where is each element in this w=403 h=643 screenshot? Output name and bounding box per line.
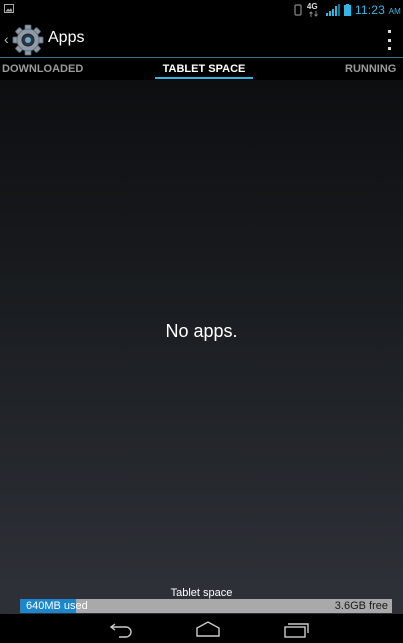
network-type-icon: 4G — [306, 2, 322, 17]
picture-notification-icon — [4, 4, 14, 13]
vibrate-icon — [294, 4, 302, 16]
clock-time: 11:23 — [354, 3, 386, 17]
storage-free-text: 3.6GB free — [334, 600, 388, 612]
network-type-label: 4G — [306, 2, 318, 11]
storage-usage-bar: 640MB used 3.6GB free — [20, 599, 392, 613]
overflow-menu-button[interactable] — [383, 30, 395, 50]
action-bar: ‹ Apps — [0, 20, 403, 58]
selected-tab-indicator — [155, 77, 253, 79]
overflow-dot — [387, 38, 391, 42]
status-bar: 4G 11:23 AM — [0, 0, 403, 20]
battery-icon — [343, 4, 351, 16]
overflow-dot — [387, 47, 391, 50]
tab-running[interactable]: RUNNING — [345, 63, 396, 75]
tab-strip: DOWNLOADED TABLET SPACE RUNNING — [0, 58, 403, 80]
clock-ampm: AM — [388, 7, 401, 16]
status-icons: 4G 11:23 AM — [294, 2, 401, 18]
home-icon[interactable] — [194, 618, 222, 640]
clock: 11:23 AM — [355, 3, 401, 17]
storage-summary: Tablet space 640MB used 3.6GB free — [0, 587, 403, 614]
up-caret-icon: ‹ — [4, 31, 9, 47]
settings-gear-icon — [12, 24, 44, 56]
tab-tablet-space[interactable]: TABLET SPACE — [155, 63, 253, 75]
storage-used-text: 640MB used — [26, 600, 88, 612]
back-icon[interactable] — [107, 618, 135, 640]
page-title: Apps — [48, 29, 85, 46]
app-list-area: No apps. — [0, 80, 403, 587]
recents-icon[interactable] — [282, 618, 310, 640]
signal-strength-icon — [325, 4, 340, 16]
tab-downloaded[interactable]: DOWNLOADED — [2, 63, 83, 75]
overflow-dot — [387, 30, 391, 33]
storage-label: Tablet space — [170, 587, 233, 599]
navigation-bar — [0, 614, 403, 643]
empty-list-message: No apps. — [165, 321, 238, 341]
data-arrows-icon — [309, 11, 318, 17]
